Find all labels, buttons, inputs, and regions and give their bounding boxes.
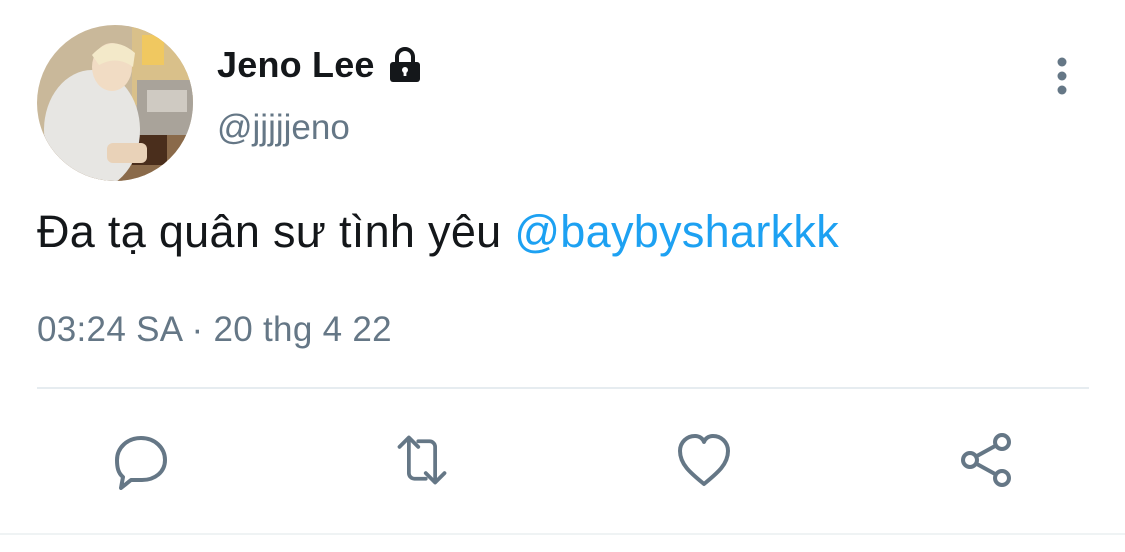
avatar[interactable]: [37, 25, 193, 181]
more-options-button[interactable]: [1041, 53, 1083, 99]
retweet-button[interactable]: [390, 428, 454, 492]
share-button[interactable]: [954, 428, 1018, 492]
mention-link[interactable]: @baybysharkkk: [514, 206, 839, 257]
tweet-detail: Jeno Lee @jjjjjeno Đa tạ quân sư tình yê…: [0, 0, 1125, 552]
avatar-photo: [37, 25, 193, 181]
lock-icon: [385, 45, 425, 85]
author-handle[interactable]: @jjjjjeno: [217, 108, 350, 148]
tweet-body: Đa tạ quân sư tình yêu: [37, 206, 515, 257]
like-button[interactable]: [672, 428, 736, 492]
display-name[interactable]: Jeno Lee: [217, 44, 375, 86]
share-icon: [961, 433, 1011, 487]
bottom-divider: [0, 533, 1125, 535]
author-row: Jeno Lee: [217, 40, 425, 90]
divider: [37, 387, 1089, 389]
retweet-icon: [397, 435, 447, 485]
more-vertical-icon: [1057, 57, 1067, 95]
timestamp[interactable]: 03:24 SA · 20 thg 4 22: [37, 310, 392, 350]
heart-icon: [678, 434, 730, 486]
reply-button[interactable]: [109, 428, 173, 492]
tweet-text: Đa tạ quân sư tình yêu @baybysharkkk: [37, 206, 839, 258]
reply-icon: [115, 436, 167, 490]
